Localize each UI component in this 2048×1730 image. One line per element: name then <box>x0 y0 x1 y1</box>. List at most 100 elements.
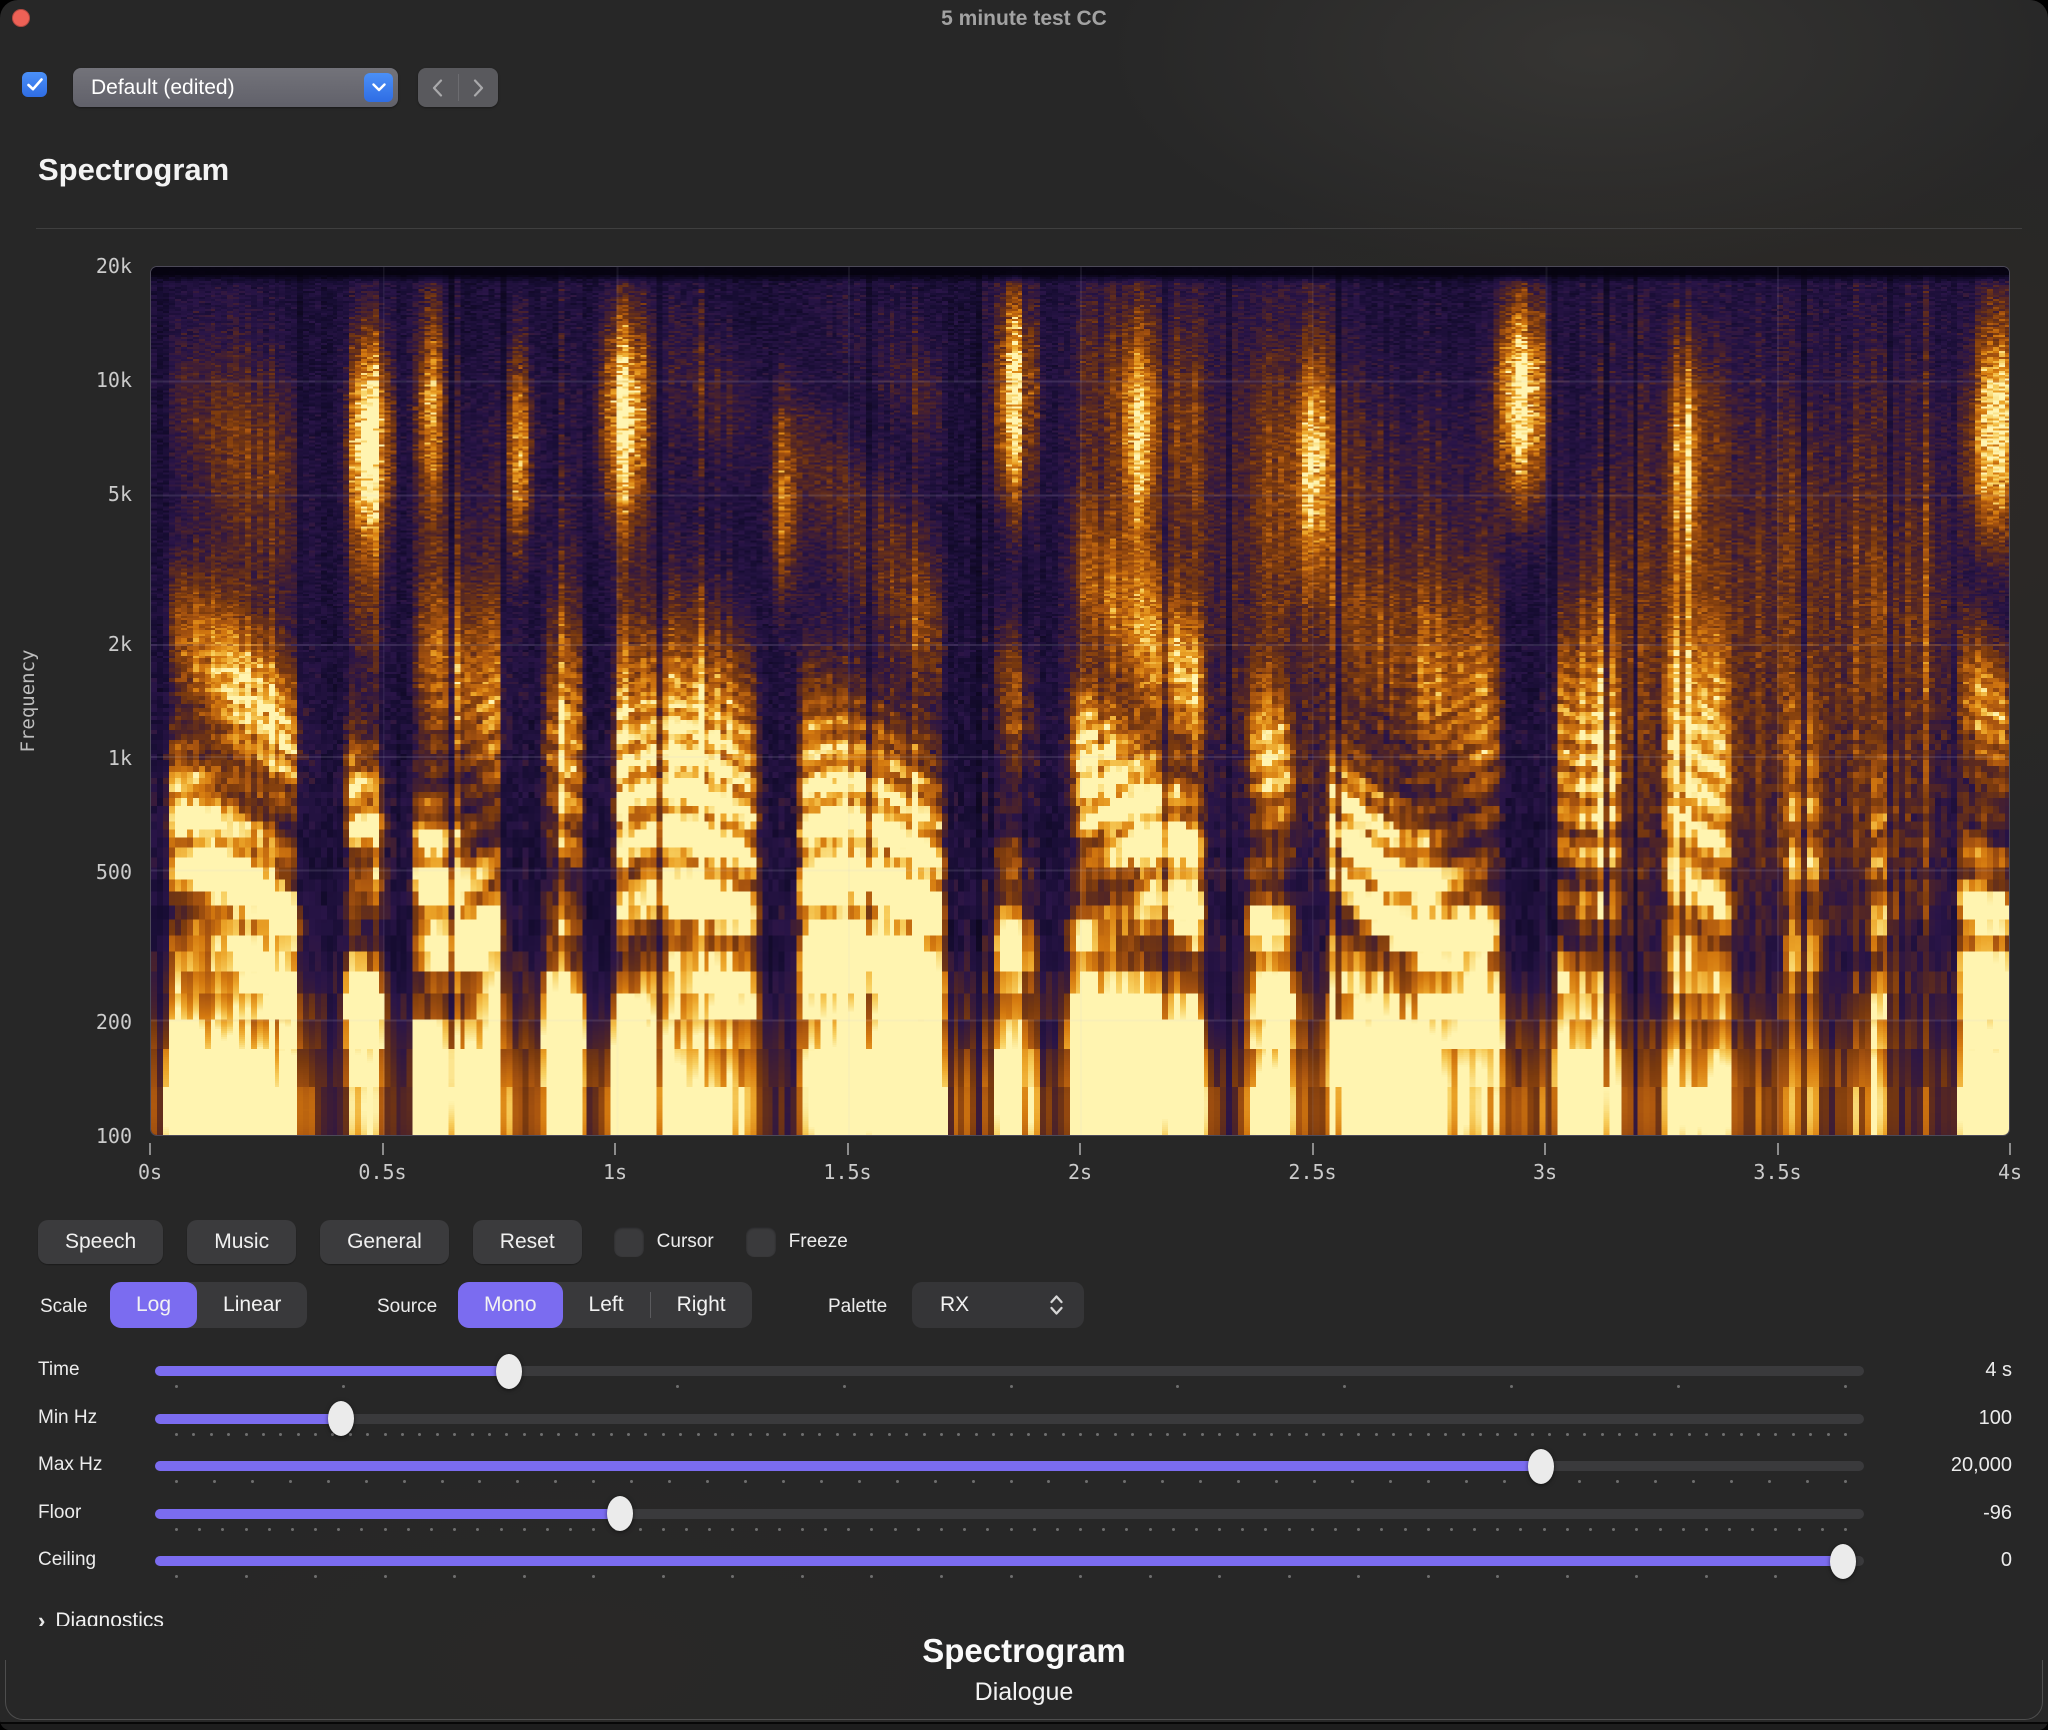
slider-track-floor[interactable] <box>155 1509 1864 1519</box>
slider-tick <box>1079 1433 1082 1436</box>
preset-next-button[interactable] <box>459 68 499 107</box>
slider-tick <box>575 1433 578 1436</box>
slider-track-max-hz[interactable] <box>155 1461 1864 1471</box>
slider-tick <box>801 1433 804 1436</box>
slider-tick <box>1635 1433 1638 1436</box>
slider-tick <box>1427 1433 1430 1436</box>
checkbox-freeze[interactable] <box>746 1227 776 1257</box>
slider-tick <box>1496 1575 1499 1578</box>
preset-button-general[interactable]: General <box>320 1220 449 1264</box>
slider-tick <box>1253 1433 1256 1436</box>
slider-value-min-hz: 100 <box>1864 1407 2012 1430</box>
slider-tick <box>934 1480 937 1483</box>
preset-prev-button[interactable] <box>418 68 458 107</box>
slider-tick <box>836 1433 839 1436</box>
slider-tick <box>818 1433 821 1436</box>
source-segmented-control-option-left[interactable]: Left <box>563 1282 650 1328</box>
checkbox-cursor[interactable] <box>614 1227 644 1257</box>
x-tick-label: 3s <box>1485 1160 1605 1184</box>
slider-tick <box>592 1575 595 1578</box>
divider <box>36 228 2022 229</box>
checkbox-group-cursor: Cursor <box>614 1227 714 1257</box>
preset-button-reset[interactable]: Reset <box>473 1220 582 1264</box>
slider-tick <box>1757 1433 1760 1436</box>
slider-tick <box>1543 1528 1546 1531</box>
updown-chevrons-icon <box>1049 1294 1064 1316</box>
slider-tick <box>337 1528 340 1531</box>
slider-tick <box>1768 1480 1771 1483</box>
slider-thumb-min-hz[interactable] <box>328 1401 354 1436</box>
source-segmented-control-option-mono[interactable]: Mono <box>458 1282 563 1328</box>
slider-tick <box>221 1528 224 1531</box>
slider-tick <box>744 1480 747 1483</box>
x-tick-mark <box>382 1143 384 1155</box>
slider-tick <box>1096 1433 1099 1436</box>
slider-tick <box>870 1433 873 1436</box>
y-tick-label: 1k <box>32 746 132 770</box>
y-tick-label: 5k <box>32 482 132 506</box>
slider-tick <box>227 1433 230 1436</box>
slider-tick <box>314 1528 317 1531</box>
slider-tick <box>888 1433 891 1436</box>
slider-tick <box>1218 1575 1221 1578</box>
preset-dropdown[interactable]: Default (edited) <box>73 68 398 107</box>
slider-thumb-max-hz[interactable] <box>1528 1449 1554 1484</box>
scale-segmented-control-option-linear[interactable]: Linear <box>197 1282 307 1328</box>
slider-tick <box>1010 1433 1013 1436</box>
x-tick-label: 2s <box>1020 1160 1140 1184</box>
slider-tick <box>471 1433 474 1436</box>
y-tick-label: 100 <box>32 1124 132 1148</box>
slider-tick <box>314 1433 317 1436</box>
slider-tick <box>972 1480 975 1483</box>
x-tick-mark <box>149 1143 151 1155</box>
slider-tick <box>782 1480 785 1483</box>
slider-value-max-hz: 20,000 <box>1864 1454 2012 1477</box>
slider-tick <box>175 1575 178 1578</box>
slider-tick <box>1161 1480 1164 1483</box>
slider-track-ceiling[interactable] <box>155 1556 1864 1566</box>
slider-tick <box>1010 1385 1013 1388</box>
preset-button-music[interactable]: Music <box>187 1220 296 1264</box>
slider-tick <box>992 1433 995 1436</box>
slider-tick <box>478 1480 481 1483</box>
source-segmented-control-option-right[interactable]: Right <box>651 1282 752 1328</box>
slider-tick <box>1774 1528 1777 1531</box>
slider-tick <box>639 1528 642 1531</box>
slider-tick <box>436 1433 439 1436</box>
slider-thumb-ceiling[interactable] <box>1830 1544 1856 1579</box>
slider-tick <box>1313 1480 1316 1483</box>
slider-tick <box>1677 1385 1680 1388</box>
slider-tick <box>986 1528 989 1531</box>
slider-tick <box>853 1433 856 1436</box>
slider-tick <box>569 1528 572 1531</box>
slider-tick <box>557 1433 560 1436</box>
slider-label: Min Hz <box>38 1407 150 1429</box>
slider-tick <box>523 1575 526 1578</box>
slider-tick <box>342 1385 345 1388</box>
x-tick-label: 0.5s <box>323 1160 443 1184</box>
slider-tick <box>783 1433 786 1436</box>
scale-segmented-control-option-log[interactable]: Log <box>110 1282 197 1328</box>
slider-tick <box>685 1528 688 1531</box>
slider-tick <box>1844 1528 1847 1531</box>
palette-value: RX <box>940 1293 969 1317</box>
slider-thumb-time[interactable] <box>496 1354 522 1389</box>
slider-tick <box>1465 1480 1468 1483</box>
preset-enable-checkbox[interactable] <box>22 72 47 97</box>
x-tick-mark <box>1079 1143 1081 1155</box>
slider-tick <box>1566 1575 1569 1578</box>
diagnostics-disclosure[interactable]: › Diagnostics <box>38 1608 164 1626</box>
slider-tick <box>1264 1528 1267 1531</box>
palette-select[interactable]: RX <box>912 1282 1084 1328</box>
slider-tick <box>1183 1433 1186 1436</box>
slider-tick <box>546 1528 549 1531</box>
slider-track-time[interactable] <box>155 1366 1864 1376</box>
spectrogram-canvas <box>151 267 2009 1135</box>
slider-tick <box>1288 1528 1291 1531</box>
slider-track-min-hz[interactable] <box>155 1414 1864 1424</box>
slider-thumb-floor[interactable] <box>607 1496 633 1531</box>
track-name-label: Dialogue <box>0 1678 2048 1707</box>
x-tick-label: 0s <box>90 1160 210 1184</box>
slider-label: Floor <box>38 1502 150 1524</box>
preset-button-speech[interactable]: Speech <box>38 1220 163 1264</box>
